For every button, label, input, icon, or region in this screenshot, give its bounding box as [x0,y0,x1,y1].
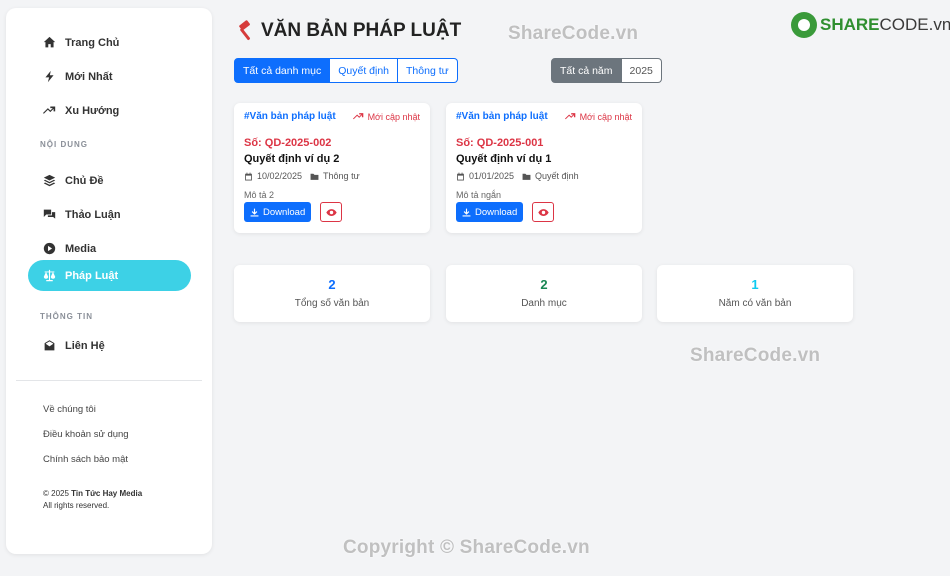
view-button[interactable] [320,202,342,222]
comments-icon [42,208,56,222]
card-badge-text: Mới cập nhật [367,111,420,122]
nav-item-discussion[interactable]: Thảo Luận [28,199,191,230]
scale-icon [42,269,56,283]
nav-label: Mới Nhất [65,70,113,83]
stat-value: 2 [328,277,336,292]
stat-card-years: 1 Năm có văn bản [657,265,853,322]
trend-icon [42,104,56,118]
footer-link-terms[interactable]: Điều khoản sử dụng [43,429,129,440]
card-badge: Mới cập nhật [564,111,632,122]
envelope-icon [42,339,56,353]
nav-item-home[interactable]: Trang Chủ [28,27,191,58]
nav-label: Media [65,242,97,255]
card-type: Quyết định [535,171,579,181]
footer-link-about[interactable]: Về chúng tôi [43,404,96,415]
card-meta: 10/02/2025 Thông tư [244,171,360,181]
nav-label: Liên Hệ [65,339,105,352]
stat-card-categories: 2 Danh mục [446,265,642,322]
trend-icon [564,113,575,120]
nav-item-law[interactable]: Pháp Luật [28,260,191,291]
stat-value: 2 [540,277,548,292]
eye-icon [325,208,337,216]
stat-label: Tổng số văn bản [294,298,370,309]
card-badge-text: Mới cập nhật [579,111,632,122]
watermark-middle: ShareCode.vn [690,345,821,366]
filter-all-years[interactable]: Tất cả năm [551,58,622,83]
nav-item-topics[interactable]: Chủ Đề [28,165,191,196]
card-badge: Mới cập nhật [352,111,420,122]
folder-icon [310,173,319,180]
filter-year-2025[interactable]: 2025 [621,58,662,83]
stat-label: Danh mục [521,298,567,309]
logo-brand: SHARE [820,15,880,34]
copyright-rights: All rights reserved. [43,501,110,510]
page-title: VĂN BẢN PHÁP LUẬT [234,20,461,42]
card-title[interactable]: Quyết định ví dụ 2 [244,153,339,165]
document-card: #Văn bản pháp luật Mới cập nhật Số: QD-2… [446,103,642,233]
nav-label: Trang Chủ [65,36,120,49]
download-button[interactable]: Download [456,202,524,222]
category-filter: Tất cả danh mục Quyết định Thông tư [234,58,458,83]
download-icon [250,208,259,216]
year-filter: Tất cả năm 2025 [551,58,662,83]
eye-icon [537,208,549,216]
sidebar: Trang Chủ Mới Nhất Xu Hướng NỘI DUNG Chủ… [6,8,212,554]
nav-label: Chủ Đề [65,174,104,187]
card-description: Mô tả 2 [244,190,275,200]
nav-item-contact[interactable]: Liên Hệ [28,330,191,361]
card-number: Số: QD-2025-002 [244,137,332,149]
download-label: Download [475,206,518,218]
card-meta: 01/01/2025 Quyết định [456,171,579,181]
layers-icon [42,174,56,188]
document-card: #Văn bản pháp luật Mới cập nhật Số: QD-2… [234,103,430,233]
logo-suffix: CODE.vn [879,15,950,34]
card-category[interactable]: #Văn bản pháp luật [244,111,336,122]
filter-all-categories[interactable]: Tất cả danh mục [234,58,331,83]
watermark-bottom: Copyright © ShareCode.vn [343,537,590,558]
logo-mark-icon [791,12,817,38]
nav-item-trending[interactable]: Xu Hướng [28,95,191,126]
section-label-content: NỘI DUNG [40,140,88,149]
page-title-text: VĂN BẢN PHÁP LUẬT [261,20,462,41]
copyright-prefix: © 2025 [43,489,69,498]
section-label-info: THÔNG TIN [40,312,93,321]
download-button[interactable]: Download [244,202,312,222]
card-date: 10/02/2025 [257,171,303,181]
copyright: © 2025 Tin Tức Hay Media All rights rese… [43,488,142,512]
nav-label: Pháp Luật [65,269,119,282]
card-category[interactable]: #Văn bản pháp luật [456,111,548,122]
calendar-icon [457,172,464,180]
stat-card-total: 2 Tổng số văn bản [234,265,430,322]
card-description: Mô tả ngắn [456,190,502,200]
footer-link-privacy[interactable]: Chính sách bảo mật [43,454,128,465]
home-icon [42,36,56,50]
gavel-icon [239,20,251,41]
copyright-brand: Tin Tức Hay Media [71,489,143,498]
trend-icon [352,113,363,120]
stat-label: Năm có văn bản [718,298,792,309]
card-number: Số: QD-2025-001 [456,137,544,149]
nav-label: Xu Hướng [65,104,120,117]
filter-circular[interactable]: Thông tư [398,58,458,83]
logo-text: SHARECODE.vn [820,15,950,35]
bolt-icon [42,70,56,84]
filter-decision[interactable]: Quyết định [330,58,399,83]
sidebar-divider [16,380,202,381]
watermark-top: ShareCode.vn [508,23,639,44]
download-label: Download [263,206,306,218]
sharecode-logo: SHARECODE.vn [791,12,950,38]
nav-item-latest[interactable]: Mới Nhất [28,61,191,92]
view-button[interactable] [532,202,554,222]
card-title[interactable]: Quyết định ví dụ 1 [456,153,551,165]
stat-value: 1 [751,277,759,292]
folder-icon [522,173,531,180]
card-type: Thông tư [323,171,360,181]
card-date: 01/01/2025 [469,171,515,181]
calendar-icon [245,172,252,180]
download-icon [462,208,471,216]
nav-label: Thảo Luận [65,208,121,221]
play-icon [42,242,56,256]
